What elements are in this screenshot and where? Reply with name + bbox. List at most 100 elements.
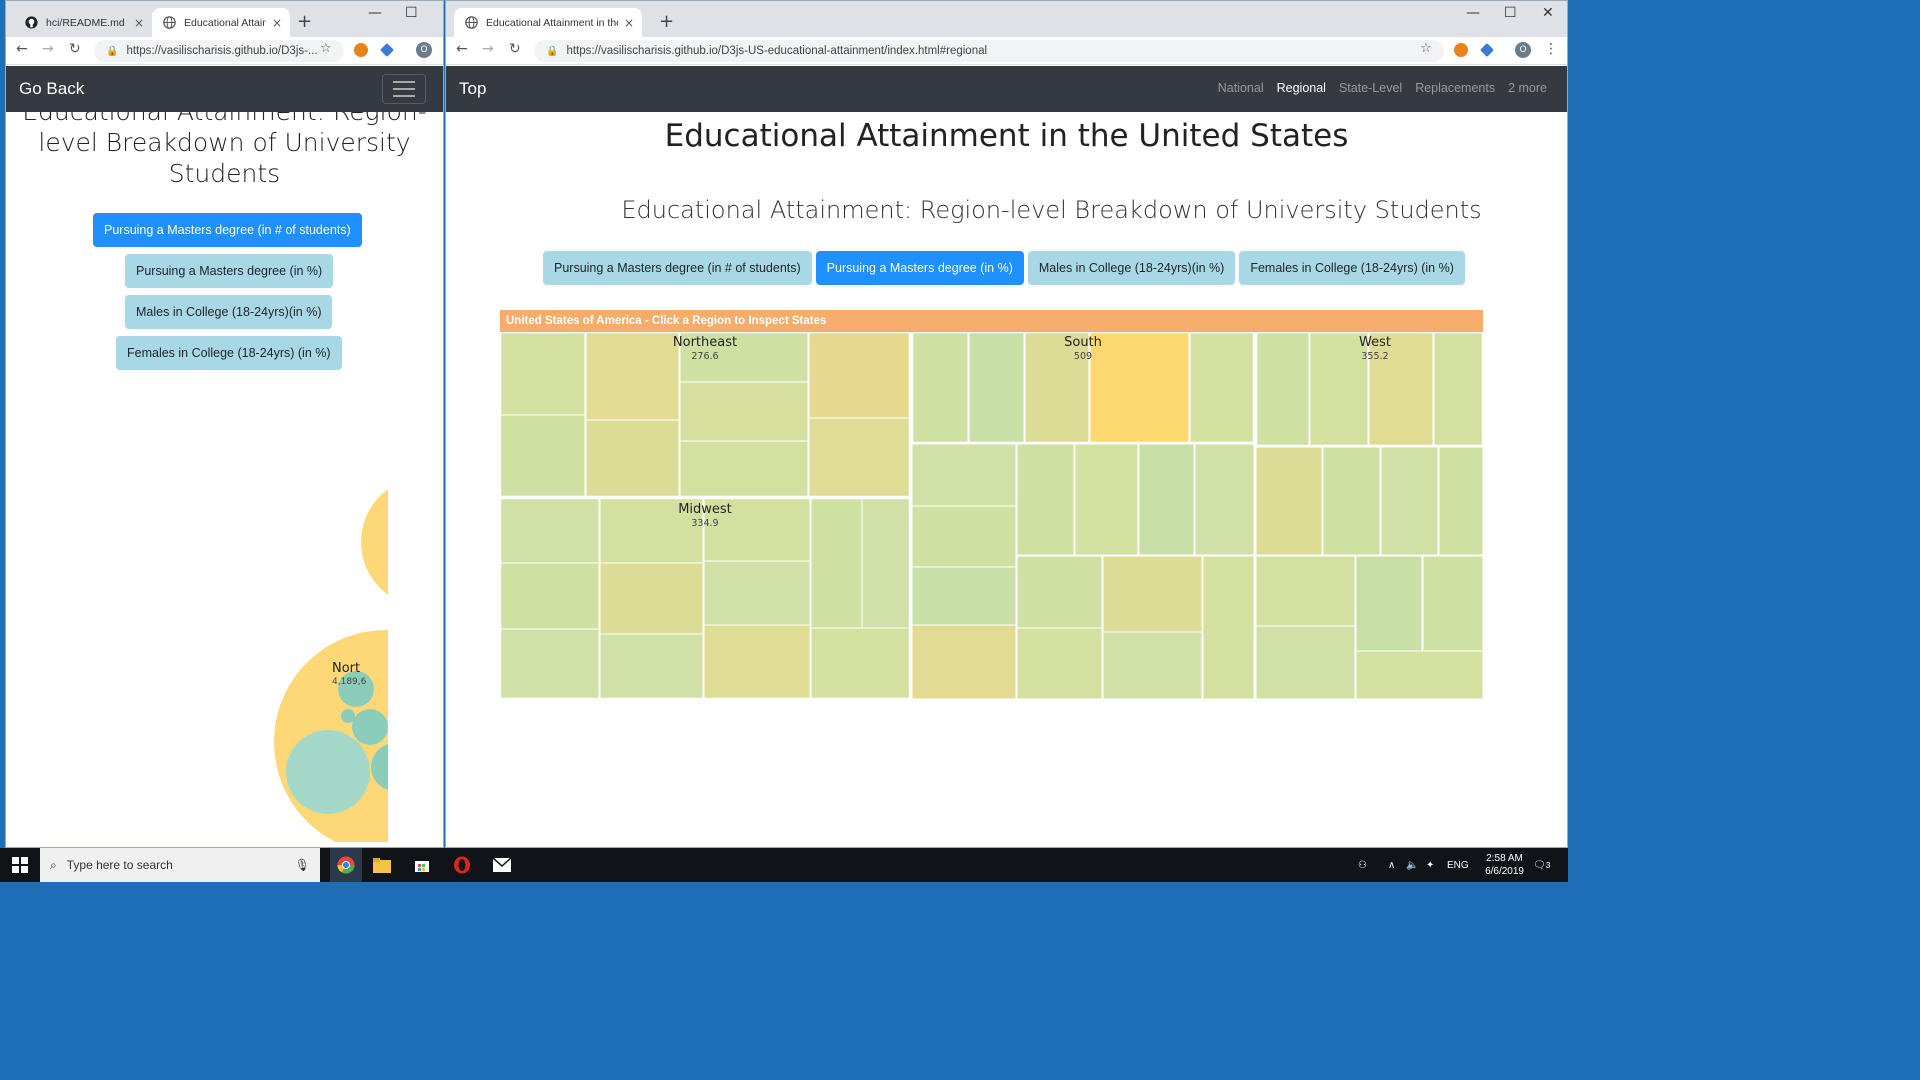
go-back-link[interactable]: Go Back [19, 79, 84, 99]
maximize-icon[interactable]: ☐ [405, 5, 418, 21]
dropbox-icon[interactable]: ✦ [1426, 848, 1434, 882]
treemap-cell[interactable] [1102, 631, 1203, 699]
reload-icon[interactable]: ↻ [509, 41, 521, 57]
new-tab-icon[interactable]: + [659, 11, 674, 32]
treemap-cell[interactable] [500, 414, 586, 498]
treemap-cell[interactable] [1355, 650, 1483, 699]
bubble-region[interactable] [361, 477, 388, 607]
notification-icon[interactable]: 🗨 3 [1533, 848, 1550, 882]
treemap-cell[interactable] [1074, 443, 1139, 556]
treemap-cell[interactable] [679, 440, 809, 498]
region-label-northeast[interactable]: Northeast [673, 335, 737, 350]
hamburger-menu-icon[interactable] [382, 74, 426, 104]
chevron-up-icon[interactable]: ∧ [1388, 848, 1395, 882]
treemap-cell[interactable] [1138, 443, 1195, 556]
region-label-west[interactable]: West [1359, 335, 1391, 350]
treemap-cell[interactable] [703, 624, 811, 699]
treemap-cell[interactable] [1255, 332, 1310, 447]
star-icon[interactable]: ☆ [320, 41, 332, 56]
metamask-icon[interactable] [1454, 43, 1468, 57]
address-bar[interactable]: 🔒 https://vasilischarisis.github.io/D3js… [94, 40, 344, 62]
treemap-cell[interactable] [500, 332, 586, 416]
treemap-cell[interactable] [968, 332, 1025, 444]
treemap-cell[interactable] [810, 497, 863, 629]
nav-national[interactable]: National [1218, 81, 1264, 95]
treemap-cell[interactable] [599, 562, 704, 635]
treemap-cell[interactable] [1255, 555, 1356, 627]
mail-icon[interactable] [490, 853, 514, 877]
treemap-cell[interactable] [1422, 555, 1483, 652]
treemap-header[interactable]: United States of America - Click a Regio… [500, 310, 1483, 332]
treemap-cell[interactable] [911, 332, 969, 444]
treemap-cell[interactable] [1380, 446, 1439, 556]
treemap-cell[interactable] [911, 505, 1017, 568]
treemap-cell[interactable] [1433, 332, 1483, 447]
address-bar[interactable]: 🔒 https://vasilischarisis.github.io/D3js… [534, 40, 1444, 62]
treemap-cell[interactable] [1102, 555, 1203, 633]
reload-icon[interactable]: ↻ [69, 41, 81, 57]
forward-arrow-icon[interactable]: → [482, 41, 494, 57]
masters-percent-button[interactable]: Pursuing a Masters degree (in %) [815, 251, 1024, 285]
treemap-cell[interactable] [861, 497, 911, 629]
taskbar-search-box[interactable]: ⌕ Type here to search 🎙 [40, 848, 320, 882]
treemap-cell[interactable] [500, 628, 600, 699]
treemap-cell[interactable] [1016, 627, 1103, 699]
masters-percent-button[interactable]: Pursuing a Masters degree (in %) [125, 254, 334, 288]
clock[interactable]: 2:58 AM 6/6/2019 [1485, 852, 1524, 878]
ethereum-icon[interactable] [380, 43, 394, 57]
treemap-cell[interactable] [1194, 443, 1255, 556]
region-label-midwest[interactable]: Midwest [678, 502, 732, 517]
microphone-icon[interactable]: 🎙 [295, 858, 310, 872]
treemap-cell[interactable] [1202, 555, 1255, 699]
opera-icon[interactable] [450, 853, 474, 877]
treemap-cell[interactable] [1016, 555, 1103, 629]
treemap-cell[interactable] [585, 419, 680, 498]
nav-replacements[interactable]: Replacements [1415, 81, 1495, 95]
people-icon[interactable]: ⚇ [1358, 848, 1367, 882]
bubble-state[interactable] [286, 730, 370, 814]
bubble-state[interactable] [352, 709, 388, 745]
maximize-icon[interactable]: ☐ [1504, 5, 1517, 21]
females-college-button[interactable]: Females in College (18-24yrs) (in %) [1239, 251, 1465, 285]
windows-start-icon[interactable] [8, 853, 32, 877]
treemap-cell[interactable] [1355, 555, 1423, 652]
treemap-cell[interactable] [1322, 446, 1381, 556]
chrome-icon[interactable] [330, 848, 362, 882]
treemap-cell[interactable] [500, 562, 600, 630]
profile-avatar[interactable]: O [1515, 42, 1531, 58]
bubble-state[interactable] [341, 709, 355, 723]
treemap-cell[interactable] [1089, 332, 1190, 444]
metamask-icon[interactable] [354, 43, 368, 57]
females-college-button[interactable]: Females in College (18-24yrs) (in %) [116, 336, 342, 370]
store-icon[interactable] [410, 853, 434, 877]
nav-regional[interactable]: Regional [1277, 81, 1326, 95]
treemap-cell[interactable] [585, 332, 680, 421]
treemap-cell[interactable] [599, 633, 704, 699]
star-icon[interactable]: ☆ [1420, 41, 1432, 56]
treemap-cell[interactable] [911, 624, 1017, 699]
treemap-cell[interactable] [703, 560, 811, 626]
treemap-cell[interactable] [1255, 625, 1356, 699]
menu-kebab-icon[interactable]: ⋮ [1544, 41, 1558, 57]
males-college-button[interactable]: Males in College (18-24yrs)(in %) [1027, 251, 1236, 285]
treemap-cell[interactable] [808, 417, 911, 498]
tab-github-readme[interactable]: hci/README.md at master × [14, 8, 152, 37]
volume-icon[interactable]: 🔈 [1406, 848, 1418, 882]
treemap-cell[interactable] [808, 332, 911, 419]
close-icon[interactable]: × [134, 16, 144, 30]
nav-state-level[interactable]: State-Level [1339, 81, 1402, 95]
close-window-icon[interactable]: ✕ [1542, 5, 1554, 21]
treemap-cell[interactable] [911, 443, 1017, 507]
treemap-cell[interactable] [1016, 443, 1075, 556]
top-link[interactable]: Top [459, 79, 486, 99]
treemap-cell[interactable] [810, 627, 911, 699]
back-arrow-icon[interactable]: ← [16, 41, 28, 57]
close-icon[interactable]: × [624, 16, 634, 30]
treemap-cell[interactable] [1255, 446, 1323, 556]
close-icon[interactable]: × [272, 16, 282, 30]
minimize-icon[interactable]: — [368, 5, 382, 21]
masters-count-button[interactable]: Pursuing a Masters degree (in # of stude… [543, 251, 812, 285]
treemap-cell[interactable] [679, 381, 809, 442]
file-explorer-icon[interactable] [370, 853, 394, 877]
language-indicator[interactable]: ENG [1447, 848, 1469, 882]
